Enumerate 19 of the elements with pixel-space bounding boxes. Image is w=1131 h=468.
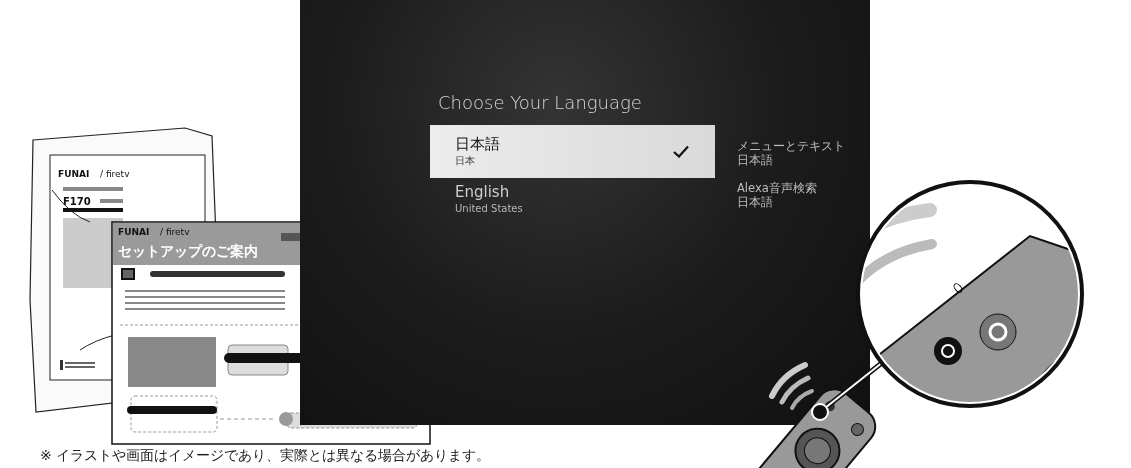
fire-tv-logo-text: / firetv <box>100 169 130 179</box>
language-region: United States <box>455 201 523 216</box>
brand-logo-text: FUNAI <box>118 227 150 237</box>
language-name: 日本語 <box>455 135 500 154</box>
setting-value: 日本語 <box>737 195 774 209</box>
disclaimer-note: ※ イラストや画面はイメージであり、実際とは異なる場合があります。 <box>40 446 491 464</box>
language-region: 日本 <box>455 154 476 168</box>
fire-tv-logo-text: / firetv <box>160 227 190 237</box>
setting-label: メニューとテキスト <box>737 139 845 153</box>
language-option[interactable]: English United States <box>430 178 715 220</box>
brand-logo-text: FUNAI <box>58 169 90 179</box>
check-icon <box>673 145 689 158</box>
language-name: English <box>455 182 511 202</box>
model-number: F170 <box>63 196 91 207</box>
setup-guide-title: セットアップのご案内 <box>118 243 258 259</box>
setting-value: 日本語 <box>737 153 774 167</box>
setting-label: Alexa音声検索 <box>737 181 818 195</box>
screen-title: Choose Your Language <box>438 92 643 113</box>
language-option[interactable]: 日本語 日本 <box>430 125 715 178</box>
